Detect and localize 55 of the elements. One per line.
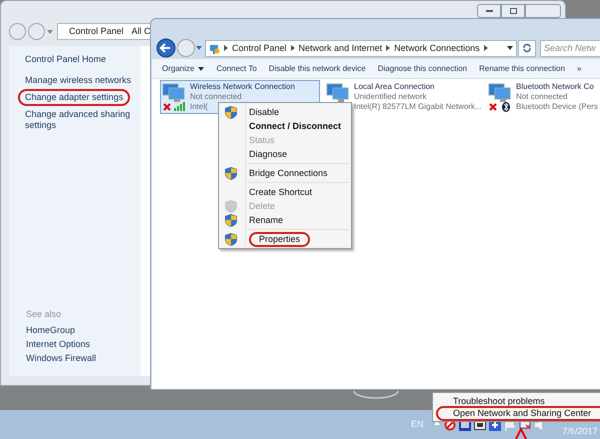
network-icon: [209, 42, 220, 54]
device-name: Bluetooth Device (Pers: [516, 102, 598, 112]
device-name: Intel(R) 82577LM Gigabit Network...: [354, 102, 482, 112]
chevron-right-icon[interactable]: [224, 45, 228, 51]
menu-item[interactable]: Connect / Disconnect: [249, 120, 342, 132]
menu-item: Delete: [249, 200, 276, 212]
sidebar-link[interactable]: Change adapter settings: [18, 89, 130, 106]
breadcrumb[interactable]: Control Panel: [69, 26, 124, 37]
toolbar-button[interactable]: Connect To: [216, 63, 257, 74]
dropdown-icon[interactable]: [507, 46, 513, 50]
menu-item[interactable]: Create Shortcut: [249, 186, 312, 198]
menu-item[interactable]: Properties: [249, 232, 310, 246]
toolbar-button[interactable]: Rename this connection: [479, 63, 565, 74]
dropdown-icon: [198, 66, 204, 70]
menu-item[interactable]: Rename: [249, 214, 284, 226]
menu-item: Status: [249, 134, 275, 146]
address-bar[interactable]: Control Panel All C: [57, 23, 153, 40]
connection-tile[interactable]: Bluetooth Network Co Not connected Bluetooth Device (Pers: [486, 80, 600, 114]
sidebar-link[interactable]: Windows Firewall: [26, 353, 96, 364]
connection-name: Wireless Network Connection: [190, 82, 295, 92]
chevron-right-icon[interactable]: [386, 45, 390, 51]
chevron-right-icon[interactable]: [290, 45, 295, 51]
toolbar-button[interactable]: »: [576, 63, 582, 74]
connection-status: Not connected: [190, 92, 242, 102]
sidebar-link[interactable]: HomeGroup: [26, 325, 96, 336]
minimize-button[interactable]: [477, 4, 501, 18]
sidebar-link[interactable]: Internet Options: [26, 339, 96, 350]
menu-item[interactable]: Troubleshoot problems: [453, 396, 545, 406]
breadcrumb[interactable]: Network Connections: [394, 42, 480, 54]
refresh-icon: [522, 43, 532, 53]
breadcrumb[interactable]: Control Panel: [232, 42, 287, 54]
connection-status: Not connected: [516, 92, 568, 102]
menu-item[interactable]: Open Network and Sharing Center: [436, 406, 600, 420]
refresh-button[interactable]: [518, 40, 536, 56]
toolbar-button[interactable]: Disable this network device: [268, 63, 366, 74]
menu-item[interactable]: Bridge Connections: [249, 168, 328, 178]
toolbar-button[interactable]: Organize: [162, 63, 204, 74]
sidebar-link[interactable]: Control Panel Home: [25, 54, 137, 65]
back-button[interactable]: [156, 38, 176, 58]
section-heading: See also: [26, 309, 62, 320]
search-field[interactable]: Search Netw: [540, 40, 600, 56]
chevron-right-icon[interactable]: [484, 45, 488, 51]
menu-item[interactable]: Diagnose: [249, 148, 288, 160]
connection-status: Unidentified network: [354, 92, 426, 102]
breadcrumb[interactable]: All C: [132, 26, 151, 37]
toolbar-button[interactable]: Diagnose this connection: [378, 63, 468, 74]
breadcrumb[interactable]: Network and Internet: [298, 42, 382, 54]
sidebar-link[interactable]: Change advanced sharing settings: [25, 109, 137, 131]
sidebar-link[interactable]: Manage wireless networks: [25, 75, 137, 86]
connection-name: Bluetooth Network Co: [516, 82, 594, 92]
device-name: Intel(: [190, 102, 208, 112]
circle-arc: [352, 390, 400, 399]
maximize-button[interactable]: [501, 4, 525, 18]
connection-name: Local Area Connection: [354, 82, 434, 92]
address-bar[interactable]: Control Panel Network and Internet Network Connections: [205, 40, 517, 56]
